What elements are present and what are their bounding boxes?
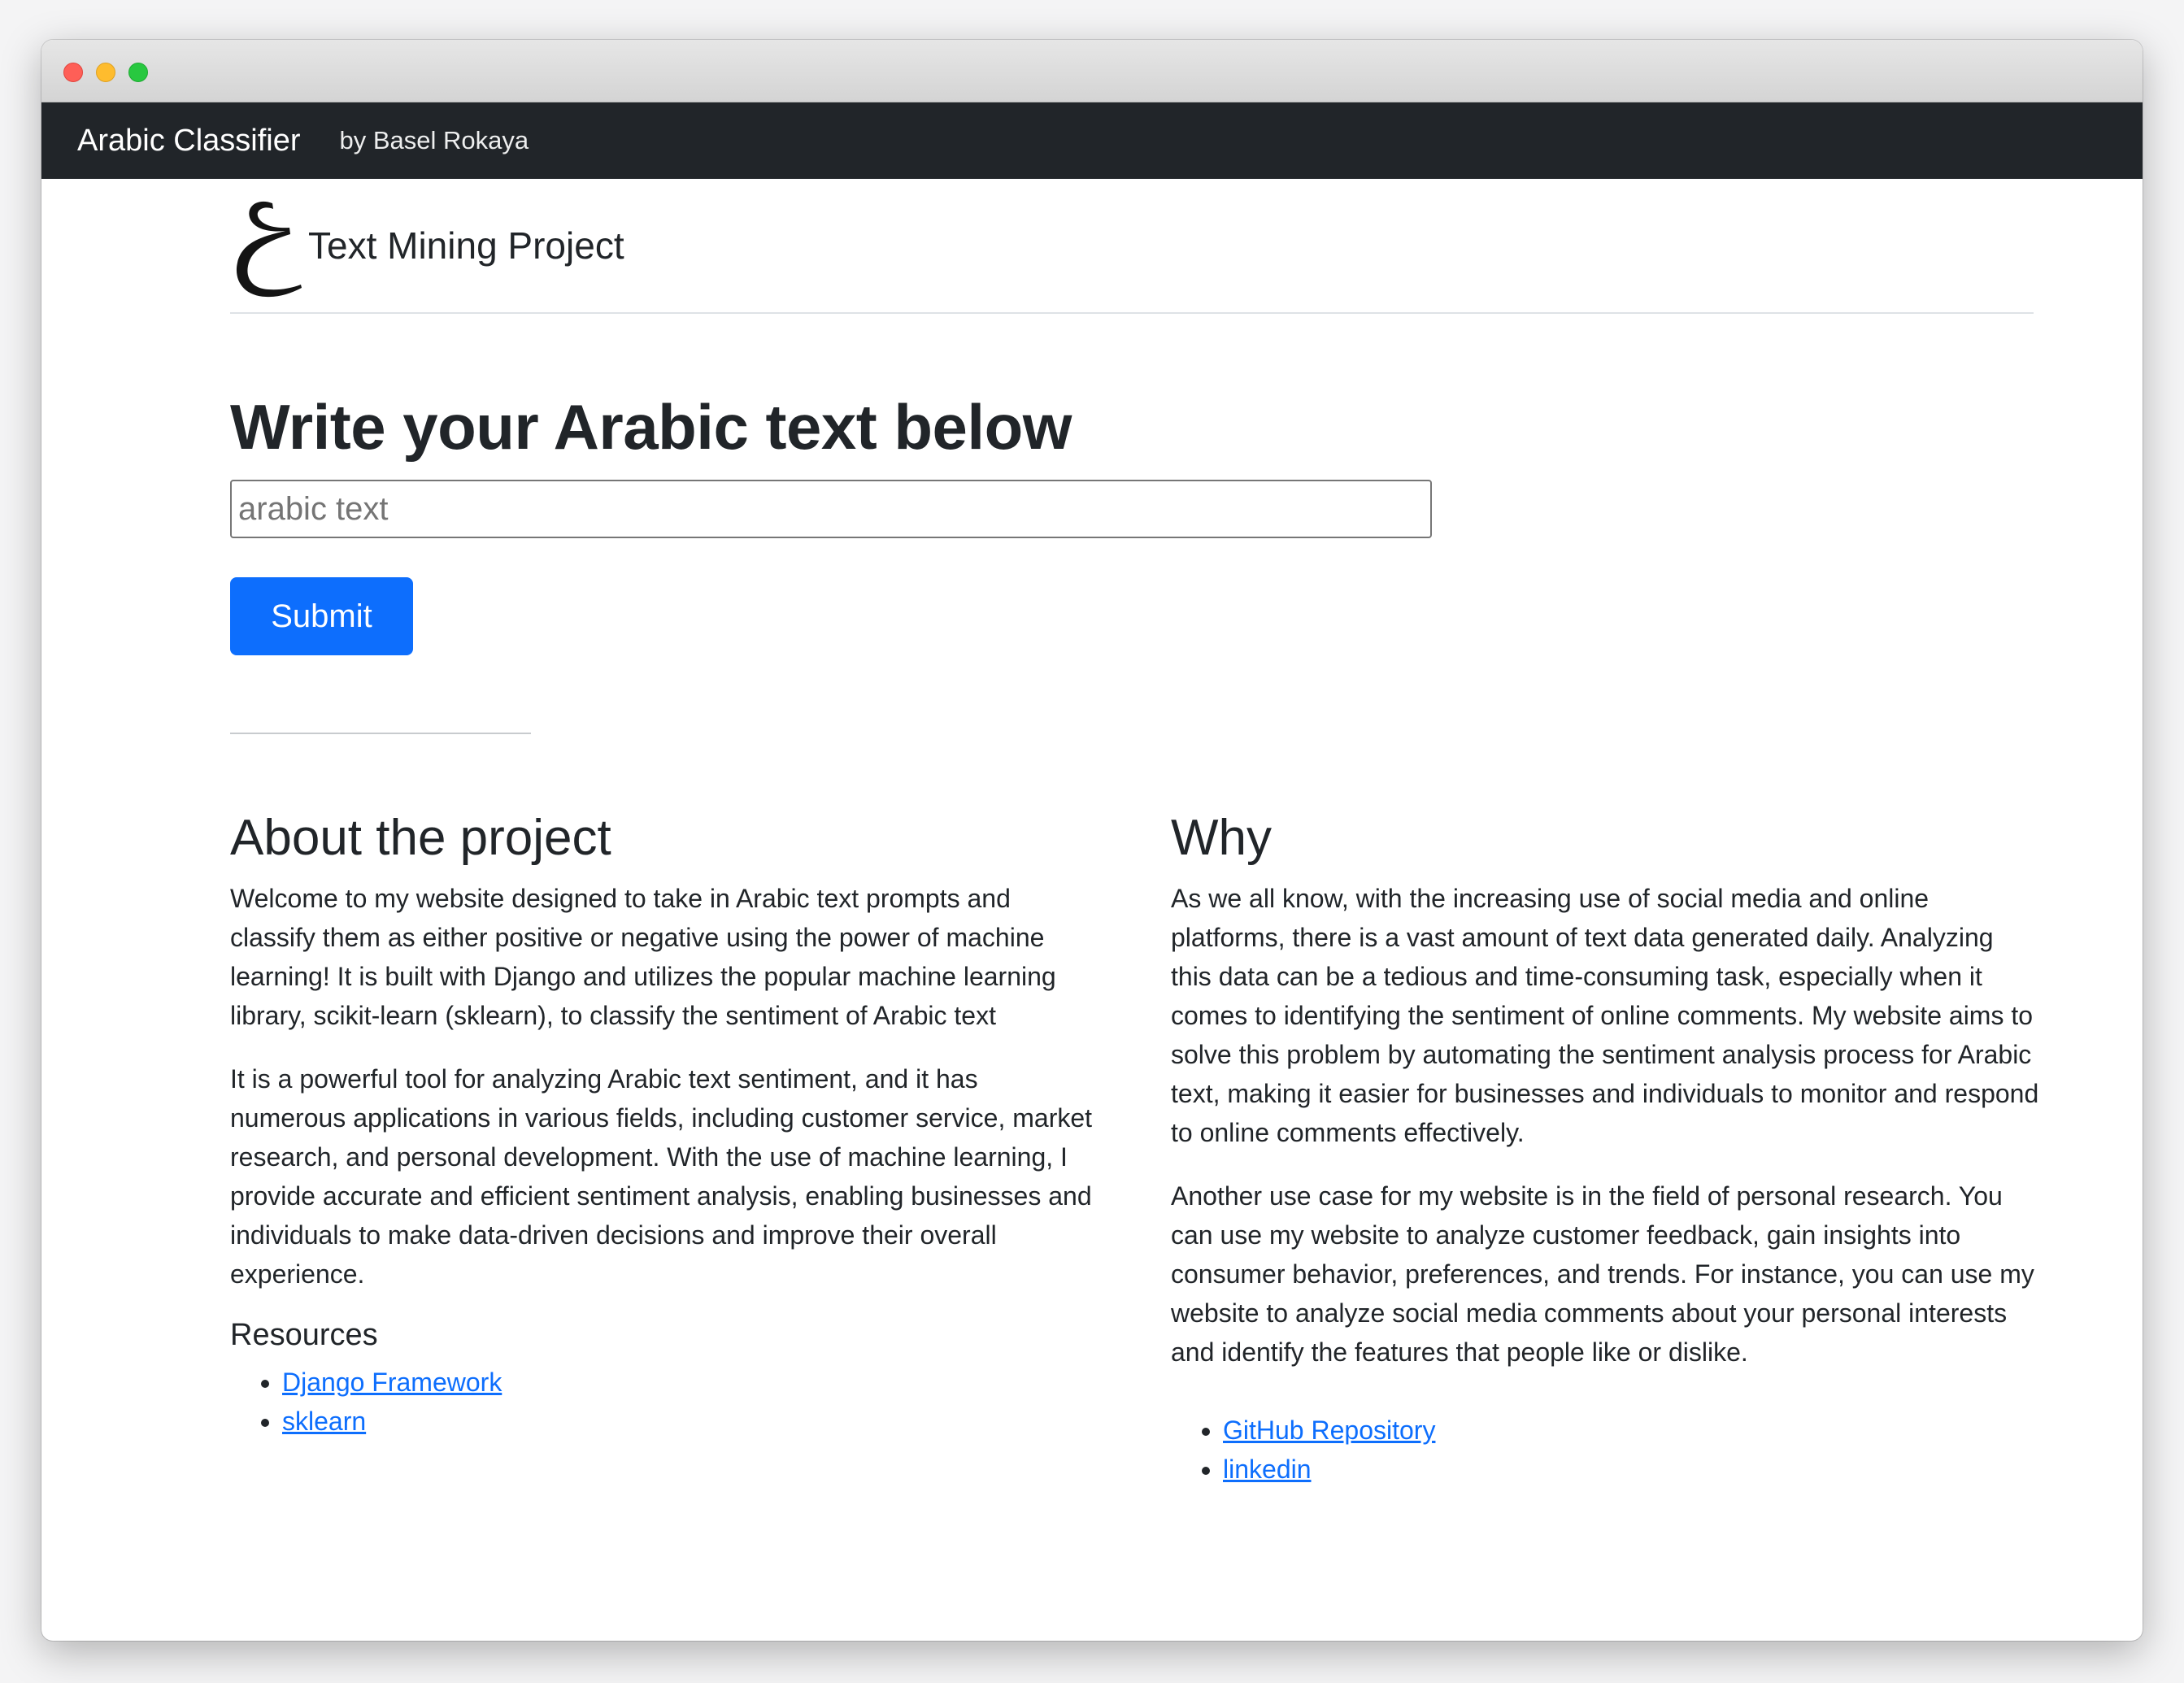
info-columns: About the project Welcome to my website … — [230, 811, 2038, 1503]
browser-window: Arabic Classifier by Basel Rokaya Text M… — [41, 40, 2143, 1641]
why-paragraph-1: As we all know, with the increasing use … — [1171, 884, 2039, 1148]
main-container: Text Mining Project Write your Arabic te… — [230, 179, 2038, 1503]
zoom-window-button[interactable] — [128, 63, 148, 82]
resources-heading: Resources — [230, 1318, 378, 1353]
resources-list: Django Framework sklearn — [230, 1363, 1100, 1441]
arabic-ain-logo-icon — [236, 201, 302, 298]
minimize-window-button[interactable] — [96, 63, 115, 82]
window-titlebar — [41, 40, 2143, 102]
about-section: About the project Welcome to my website … — [230, 811, 1100, 1441]
why-paragraph-2: Another use case for my website is in th… — [1171, 1181, 2034, 1368]
sklearn-link[interactable]: sklearn — [282, 1407, 366, 1436]
navbar-brand[interactable]: Arabic Classifier — [77, 124, 301, 159]
django-framework-link[interactable]: Django Framework — [282, 1368, 502, 1397]
list-item: GitHub Repository — [1223, 1411, 2041, 1450]
github-repository-link[interactable]: GitHub Repository — [1223, 1416, 1435, 1445]
page-header: Text Mining Project — [230, 179, 2034, 314]
list-item: Django Framework — [282, 1363, 1100, 1402]
list-item: linkedin — [1223, 1450, 2041, 1489]
linkedin-link[interactable]: linkedin — [1223, 1455, 1312, 1484]
author-link[interactable]: by Basel Rokaya — [340, 126, 529, 155]
about-heading: About the project — [230, 810, 611, 866]
why-section: Why As we all know, with the increasing … — [1171, 811, 2041, 1489]
about-paragraph-1: Welcome to my website designed to take i… — [230, 884, 1056, 1031]
why-heading: Why — [1171, 810, 1272, 866]
close-window-button[interactable] — [63, 63, 83, 82]
profile-links-list: GitHub Repository linkedin — [1171, 1411, 2041, 1489]
navbar: Arabic Classifier by Basel Rokaya — [41, 102, 2143, 179]
section-divider — [230, 733, 531, 734]
submit-button[interactable]: Submit — [230, 577, 413, 655]
form-heading: Write your Arabic text below — [230, 391, 1072, 463]
list-item: sklearn — [282, 1402, 1100, 1441]
header-title: Text Mining Project — [308, 224, 624, 267]
arabic-text-input[interactable] — [230, 480, 1432, 538]
about-paragraph-2: It is a powerful tool for analyzing Arab… — [230, 1064, 1093, 1289]
